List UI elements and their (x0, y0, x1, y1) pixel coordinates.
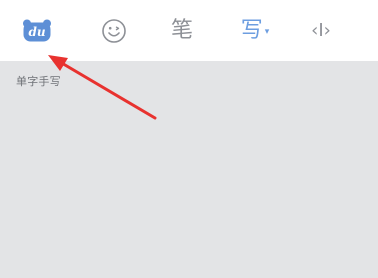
cursor-move-button[interactable]: ‹I› (300, 0, 342, 61)
baidu-logo-button[interactable]: du (16, 0, 58, 61)
pen-icon: 笔 (170, 17, 193, 43)
emoji-button[interactable] (93, 0, 135, 61)
handwrite-label: 写 (240, 17, 263, 43)
handwrite-mode-button[interactable]: 写 ▾ (230, 0, 280, 61)
logo-text: du (28, 25, 45, 39)
baidu-paw-logo-icon: du (23, 19, 51, 41)
handwriting-panel[interactable]: 单字手写 (0, 61, 378, 278)
ime-toolbar: du 笔 写 ▾ ‹I› (0, 0, 378, 61)
chevron-down-icon: ▾ (264, 26, 270, 37)
smiley-face-icon (102, 18, 126, 43)
mode-label: 单字手写 (16, 75, 61, 88)
handwrite-icon: 写 ▾ (240, 17, 270, 43)
cursor-move-icon: ‹I› (311, 19, 331, 41)
pen-button[interactable]: 笔 (160, 0, 204, 61)
